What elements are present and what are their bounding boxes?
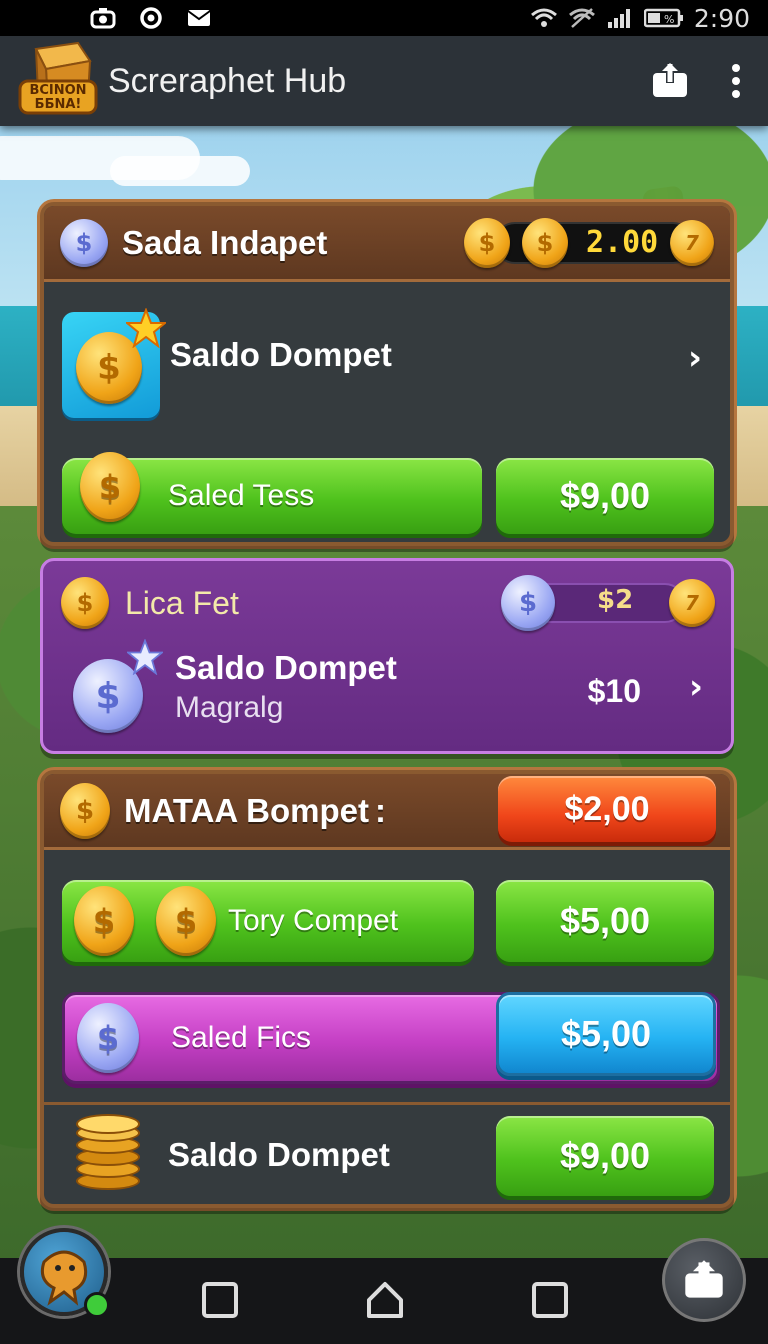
wallet-app-icon: $: [62, 308, 166, 418]
wifi-off-icon: [568, 8, 595, 28]
card2-balance-pill: $ $2 7: [501, 575, 715, 631]
card2-badge: 7: [669, 579, 715, 627]
share-icon[interactable]: [650, 61, 690, 101]
saled-fics-label: Saled Fics: [171, 1021, 312, 1054]
header-amount-label: $2,00: [564, 789, 650, 828]
coin-stack-icon: [72, 1114, 144, 1194]
gold-coin-icon: $: [522, 217, 568, 268]
floating-action-button[interactable]: [662, 1238, 746, 1322]
gold-coin-icon: $: [74, 886, 134, 956]
card1-wallet-row[interactable]: $ Saldo Dompet ›: [44, 286, 730, 436]
gold-coin-icon: $: [156, 886, 216, 956]
card1-header: $ Sada Indapet $ $ 2.00 7: [44, 206, 730, 282]
card2-amount: $10: [587, 673, 641, 709]
card2-wallet-row[interactable]: $ Saldo Dompet Magralg $10 ›: [43, 635, 731, 751]
card2-balance: $2: [597, 585, 634, 615]
card1-wallet-label: Saldo Dompet: [170, 336, 392, 373]
more-vert-icon[interactable]: [730, 63, 742, 99]
chevron-right-icon: ›: [688, 667, 703, 707]
online-status-badge: [84, 1292, 110, 1318]
card1-title: Sada Indapet: [122, 223, 328, 261]
blue-coin-icon: $: [77, 1003, 139, 1073]
camera-icon: [90, 8, 116, 29]
star-icon: [127, 639, 163, 675]
card2-wallet-label: Saldo Dompet: [175, 649, 397, 686]
target-icon: [140, 7, 162, 29]
card1-balance: 2.00: [586, 224, 659, 260]
status-bar: % 2:90: [0, 0, 768, 36]
logo-text-line2: ББNA!: [35, 97, 82, 112]
card1-balance-badge: 7: [670, 219, 714, 266]
amount-label: $9,00: [559, 475, 651, 516]
status-left-icons: [90, 7, 212, 29]
app-bar-actions: [650, 61, 742, 101]
battery-icon: %: [643, 8, 683, 28]
card3-title-suffix: :: [375, 791, 387, 829]
blue-coin-icon: $: [501, 575, 555, 631]
card2-title: Lica Fet: [125, 584, 239, 621]
gold-coin-icon: $: [464, 217, 510, 268]
home-icon[interactable]: [365, 1280, 405, 1320]
wallet-card-1: $ Sada Indapet $ $ 2.00 7 $ Saldo Dompet…: [40, 202, 734, 546]
card3-title: MATAA Bompet: [124, 791, 370, 829]
overview-square-icon[interactable]: [530, 1280, 570, 1320]
gold-coin-icon: $: [80, 452, 140, 522]
card2-wallet-sublabel: Magralg: [175, 691, 284, 724]
status-right-icons: % 2:90: [530, 4, 750, 33]
gold-coin-icon: $: [60, 782, 110, 839]
tory-compet-button[interactable]: $ $ Tory Compet: [62, 880, 474, 962]
mail-icon: [187, 10, 211, 26]
saled-tess-button[interactable]: $ Saled Tess: [62, 452, 482, 534]
amount-label: $5,00: [560, 1013, 652, 1054]
wifi-icon: [530, 8, 557, 27]
star-icon: [126, 308, 166, 348]
amount-button-5a[interactable]: $5,00: [496, 880, 714, 962]
amount-label: $5,00: [559, 900, 651, 941]
divider: [44, 1102, 730, 1105]
signal-icon: [607, 9, 630, 28]
saled-tess-label: Saled Tess: [168, 479, 315, 512]
blue-coin-icon: $: [60, 218, 108, 267]
app-bar: BCINON ББNA! Screraphet Hub: [0, 36, 768, 126]
battery-label: %: [664, 13, 674, 26]
app-title: Screraphet Hub: [108, 61, 347, 100]
gold-coin-icon: $: [61, 577, 109, 629]
share-icon: [685, 1260, 723, 1298]
card1-balance-pill: $ $ 2.00 7: [464, 217, 714, 268]
amount-button-9[interactable]: $9,00: [496, 458, 714, 534]
avatar[interactable]: [20, 1228, 110, 1318]
amount-label: $9,00: [559, 1135, 651, 1176]
navigation-bar: [0, 1228, 768, 1344]
amount-button-5b[interactable]: $5,00: [496, 992, 716, 1076]
wallet-card-2: $ Lica Fet $ $2 7 $ Saldo Dompet Magralg…: [40, 558, 734, 754]
amount-button-9b[interactable]: $9,00: [496, 1116, 714, 1196]
logo-text-line1: BCINON: [29, 83, 86, 98]
clock: 2:90: [693, 3, 750, 33]
cloud: [110, 156, 250, 186]
wallet-card-3: $ MATAA Bompet : $2,00 $ $ Tory Compet $…: [40, 770, 734, 1208]
header-amount-button[interactable]: $2,00: [498, 776, 716, 842]
treasure-chest-icon: BCINON ББNA!: [18, 41, 98, 115]
card3-wallet-label: Saldo Dompet: [168, 1136, 390, 1173]
card2-header: $ Lica Fet $ $2 7: [43, 571, 731, 635]
tory-compet-label: Tory Compet: [228, 904, 399, 937]
chevron-right-icon: ›: [687, 338, 702, 378]
recents-square-icon[interactable]: [200, 1280, 240, 1320]
app-logo[interactable]: BCINON ББNA!: [16, 39, 100, 123]
